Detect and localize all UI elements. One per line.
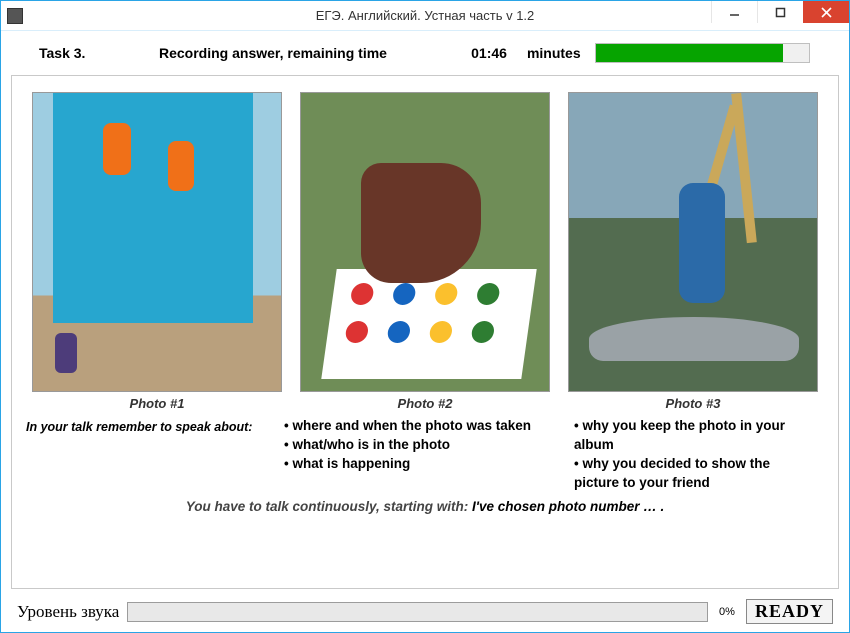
content-area: Task 3. Recording answer, remaining time…	[1, 31, 849, 632]
app-window: ЕГЭ. Английский. Устная часть v 1.2 Task…	[0, 0, 850, 633]
photo-1-caption: Photo #1	[130, 396, 185, 411]
minimize-icon	[729, 7, 740, 18]
photo-1	[32, 92, 282, 392]
photo-3	[568, 92, 818, 392]
progress-bar	[595, 43, 810, 63]
progress-fill	[596, 44, 783, 62]
continuation-bold: I've chosen photo number … .	[472, 499, 664, 514]
close-button[interactable]	[803, 1, 849, 23]
maximize-button[interactable]	[757, 1, 803, 23]
ready-button[interactable]: READY	[746, 599, 833, 624]
task-label: Task 3.	[39, 45, 159, 61]
bullet: what is happening	[284, 455, 558, 474]
photo-2	[300, 92, 550, 392]
bullet: why you keep the photo in your album	[574, 417, 816, 455]
status-row: Task 3. Recording answer, remaining time…	[11, 39, 839, 67]
status-text: Recording answer, remaining time	[159, 45, 387, 61]
instructions-col-1: where and when the photo was taken what/…	[276, 417, 566, 493]
photo-cell-3: Photo #3	[568, 92, 818, 411]
minimize-button[interactable]	[711, 1, 757, 23]
sound-level-pct: 0%	[716, 606, 738, 618]
sound-level-label: Уровень звука	[17, 602, 119, 622]
app-icon	[7, 8, 23, 24]
instructions: In your talk remember to speak about: wh…	[26, 417, 824, 493]
photo-2-caption: Photo #2	[398, 396, 453, 411]
continuation-prefix: You have to talk continuously, starting …	[186, 499, 472, 514]
sound-level-bar	[127, 602, 708, 622]
close-icon	[821, 7, 832, 18]
maximize-icon	[775, 7, 786, 18]
task-panel: Photo #1	[11, 75, 839, 589]
photo-3-caption: Photo #3	[666, 396, 721, 411]
time-remaining: 01:46	[447, 45, 507, 61]
photo-row: Photo #1	[26, 92, 824, 411]
minutes-label: minutes	[527, 45, 581, 61]
continuation-line: You have to talk continuously, starting …	[26, 499, 824, 514]
bullet: what/who is in the photo	[284, 436, 558, 455]
photo-cell-1: Photo #1	[32, 92, 282, 411]
instructions-col-2: why you keep the photo in your album why…	[566, 417, 824, 493]
bottom-row: Уровень звука 0% READY	[11, 599, 839, 624]
photo-cell-2: Photo #2	[300, 92, 550, 411]
instructions-lead: In your talk remember to speak about:	[26, 417, 276, 493]
window-controls	[711, 1, 849, 30]
bullet: where and when the photo was taken	[284, 417, 558, 436]
titlebar: ЕГЭ. Английский. Устная часть v 1.2	[1, 1, 849, 31]
bullet: why you decided to show the picture to y…	[574, 455, 816, 493]
